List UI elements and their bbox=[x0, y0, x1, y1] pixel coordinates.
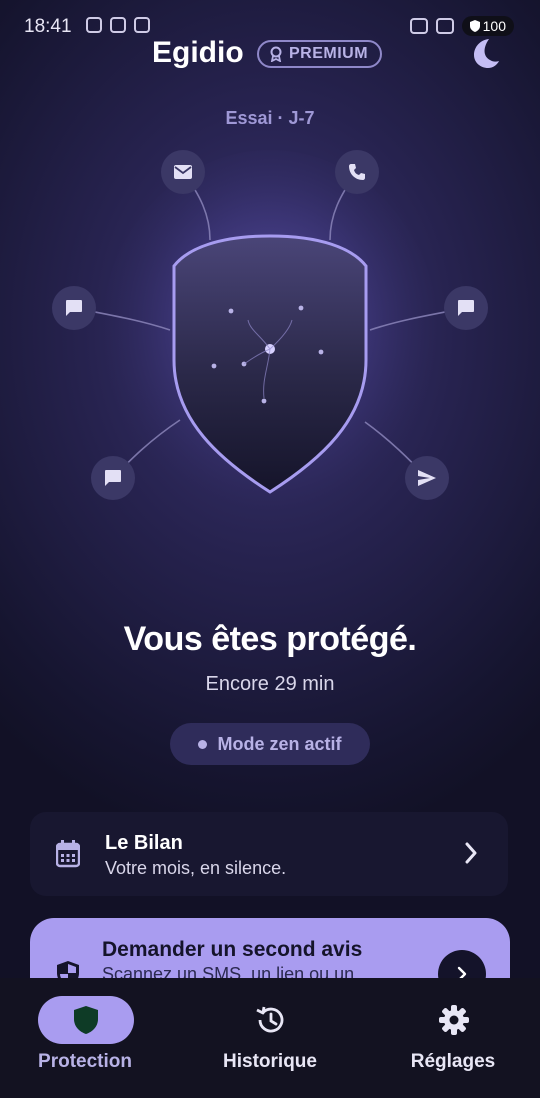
phone-icon bbox=[335, 150, 379, 194]
hotspot-icon bbox=[409, 18, 428, 34]
bottom-navigation: Protection Historique Réglages bbox=[0, 978, 540, 1098]
active-indicator bbox=[38, 996, 134, 1044]
nav-item-historique[interactable]: Historique bbox=[180, 978, 360, 1098]
shield-icon bbox=[74, 1006, 98, 1034]
app-title: Egidio bbox=[152, 36, 244, 69]
bilan-card[interactable]: Le Bilan Votre mois, en silence. bbox=[30, 812, 508, 896]
app-notification-icon bbox=[134, 17, 150, 33]
screenshot-icon bbox=[110, 17, 126, 33]
status-time: 18:41 bbox=[24, 16, 72, 37]
message-icon bbox=[91, 456, 135, 500]
signal-icon bbox=[435, 18, 454, 34]
chevron-right-icon bbox=[465, 842, 477, 864]
message-icon bbox=[52, 286, 96, 330]
gear-icon bbox=[439, 1005, 469, 1035]
award-icon bbox=[270, 46, 282, 62]
premium-badge[interactable]: PREMIUM bbox=[257, 40, 383, 68]
zen-mode-label: Mode zen actif bbox=[217, 733, 342, 754]
battery-indicator: 100 bbox=[461, 16, 514, 36]
moon-icon[interactable] bbox=[468, 36, 502, 70]
mail-icon bbox=[161, 150, 205, 194]
system-icons: 100 bbox=[409, 16, 514, 36]
message-icon bbox=[444, 286, 488, 330]
nav-label-protection: Protection bbox=[38, 1051, 132, 1072]
battery-shield-icon bbox=[469, 20, 480, 32]
nav-item-reglages[interactable]: Réglages bbox=[360, 978, 540, 1098]
nav-item-protection[interactable]: Protection bbox=[0, 978, 180, 1098]
protection-hero bbox=[0, 140, 540, 520]
nav-label-historique: Historique bbox=[223, 1051, 317, 1072]
bilan-subtitle: Votre mois, en silence. bbox=[105, 858, 287, 878]
battery-level: 100 bbox=[482, 18, 506, 34]
history-icon bbox=[256, 1006, 284, 1033]
bilan-title: Le Bilan bbox=[105, 832, 183, 854]
protection-headline: Vous êtes protégé. bbox=[123, 620, 417, 658]
send-icon bbox=[405, 456, 449, 500]
second-opinion-title: Demander un second avis bbox=[102, 938, 363, 961]
zen-indicator-dot bbox=[198, 739, 208, 749]
remaining-time: Encore 29 min bbox=[205, 673, 335, 695]
shield-illustration bbox=[73, 150, 467, 520]
premium-label: PREMIUM bbox=[289, 45, 369, 62]
notification-icons bbox=[86, 17, 150, 33]
trial-status: Essai · J-7 bbox=[225, 108, 315, 128]
zen-mode-chip[interactable]: Mode zen actif bbox=[170, 723, 370, 765]
nav-label-reglages: Réglages bbox=[410, 1051, 496, 1072]
usb-icon bbox=[86, 17, 102, 33]
calendar-icon bbox=[56, 840, 80, 868]
